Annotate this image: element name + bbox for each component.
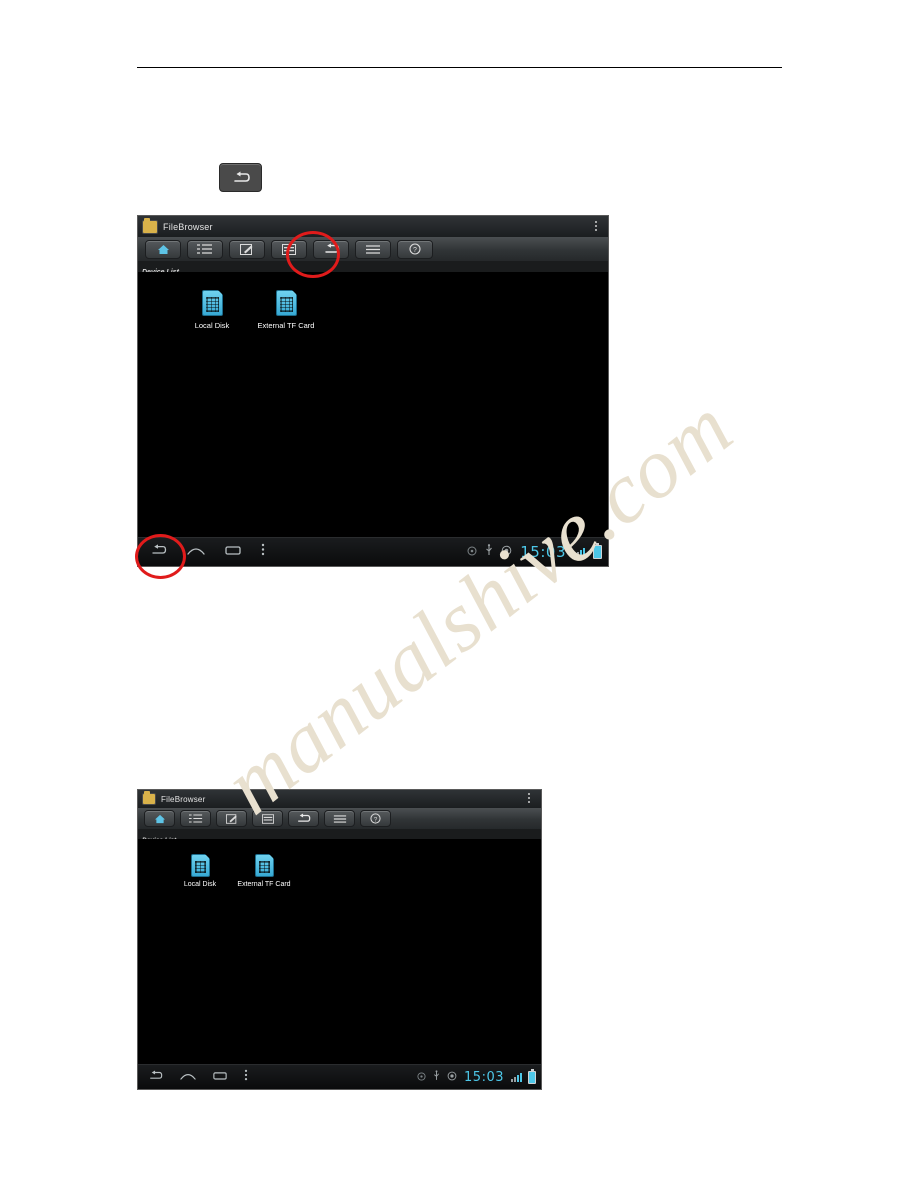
battery-icon [528, 1068, 536, 1084]
toolbar-menu-button[interactable] [355, 239, 391, 259]
nav-home-icon[interactable] [187, 543, 205, 561]
drive-item-external-tf-card[interactable]: External TF Card [232, 854, 296, 888]
screenshot-filebrowser-bottom: FileBrowser ? Local Disk External TF Car… [137, 789, 542, 1090]
svg-text:?: ? [413, 247, 417, 254]
nav-overflow-icon[interactable] [261, 543, 265, 561]
navbar-status-area: 15:03 [467, 543, 608, 561]
screenshot-icon[interactable] [467, 543, 477, 561]
battery-icon [593, 543, 602, 559]
drive-item-external-tf-card[interactable]: External TF Card [249, 290, 323, 330]
device-list-header: Device List [138, 261, 608, 276]
toolbar-edit-button[interactable] [216, 810, 247, 827]
titlebar-overflow-icon[interactable] [595, 220, 598, 233]
folder-icon [143, 791, 155, 804]
app-titlebar: FileBrowser [138, 790, 541, 809]
signal-strength-icon [574, 547, 585, 557]
drive-grid: Local Disk External TF Card [138, 272, 608, 330]
app-titlebar: FileBrowser [138, 216, 608, 238]
page-header-rule [137, 67, 782, 68]
screenshot-icon[interactable] [417, 1068, 426, 1086]
toolbar-help-button[interactable]: ? [360, 810, 391, 827]
android-navigation-bar: 15:03 [138, 1064, 541, 1089]
back-key-glyph [220, 164, 261, 191]
app-toolbar: ? [138, 808, 541, 830]
app-title: FileBrowser [163, 221, 213, 232]
back-key-icon [219, 163, 262, 192]
toolbar-list-view-button[interactable] [180, 810, 211, 827]
navbar-status-area: 15:03 [417, 1068, 541, 1086]
device-list-header: Device List [138, 829, 541, 844]
titlebar-overflow-icon[interactable] [528, 793, 531, 805]
toolbar-menu-button[interactable] [324, 810, 355, 827]
status-clock: 15:03 [464, 1069, 504, 1085]
storage-card-icon [190, 854, 210, 877]
toolbar-home-button[interactable] [145, 239, 181, 259]
toolbar-help-button[interactable]: ? [397, 239, 433, 259]
toolbar-edit-button[interactable] [229, 239, 265, 259]
nav-recents-icon[interactable] [225, 543, 241, 561]
drive-label: Local Disk [194, 321, 230, 330]
nav-back-icon[interactable] [148, 1068, 163, 1086]
drive-item-local-disk[interactable]: Local Disk [168, 854, 232, 888]
toolbar-back-button[interactable] [288, 810, 319, 827]
navbar-buttons [138, 1068, 248, 1086]
drive-label: Local Disk [183, 881, 217, 888]
file-browser-content: Local Disk External TF Card [138, 272, 608, 538]
storage-card-icon [275, 290, 297, 316]
app-title: FileBrowser [161, 794, 206, 804]
drive-label: External TF Card [257, 321, 315, 330]
nav-home-icon[interactable] [180, 1068, 196, 1086]
volume-icon[interactable] [447, 1068, 457, 1086]
drive-item-local-disk[interactable]: Local Disk [175, 290, 249, 330]
storage-card-icon [201, 290, 223, 316]
status-clock: 15:03 [520, 543, 566, 561]
file-browser-content: Local Disk External TF Card [138, 839, 541, 1065]
screenshot-filebrowser-top: FileBrowser ? Local Disk External TF Car… [137, 215, 609, 567]
drive-grid: Local Disk External TF Card [138, 839, 541, 888]
annotation-circle-nav-back [135, 534, 186, 579]
usb-icon[interactable] [433, 1068, 440, 1086]
nav-overflow-icon[interactable] [244, 1068, 248, 1086]
toolbar-list-view-button[interactable] [187, 239, 223, 259]
volume-icon[interactable] [501, 543, 512, 561]
app-toolbar: ? [138, 237, 608, 262]
folder-icon [143, 217, 157, 233]
nav-recents-icon[interactable] [213, 1068, 227, 1086]
android-navigation-bar: 15:03 [138, 537, 608, 566]
toolbar-window-button[interactable] [252, 810, 283, 827]
storage-card-icon [254, 854, 274, 877]
usb-icon[interactable] [485, 543, 493, 561]
toolbar-home-button[interactable] [144, 810, 175, 827]
annotation-circle-toolbar-back [286, 231, 340, 278]
svg-text:?: ? [374, 816, 378, 823]
signal-strength-icon [511, 1072, 522, 1082]
drive-label: External TF Card [237, 881, 291, 888]
